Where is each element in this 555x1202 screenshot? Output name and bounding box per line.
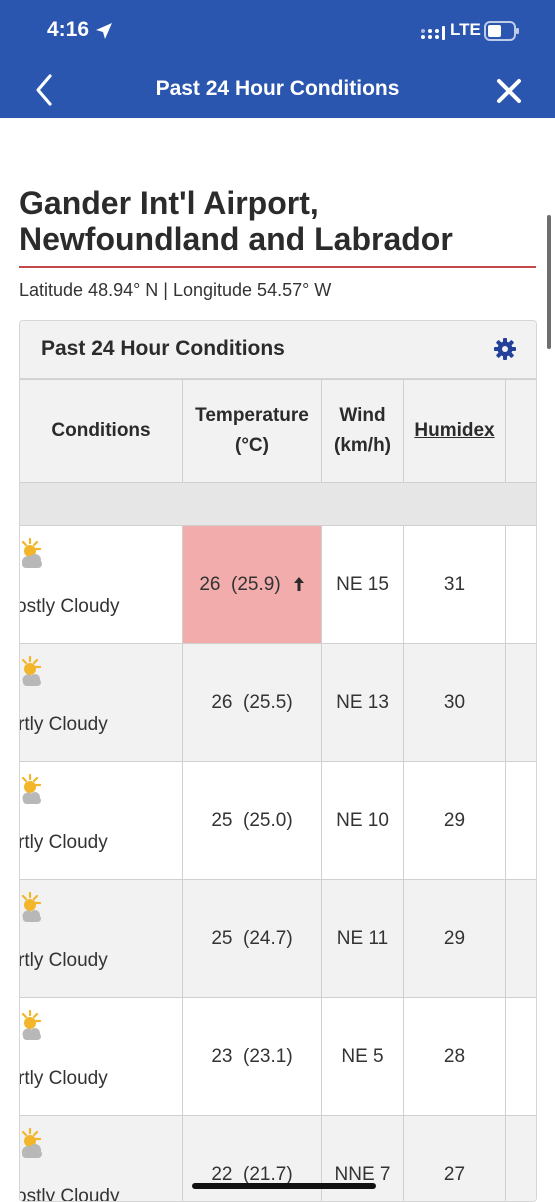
temperature-value: 23 (211, 1046, 232, 1067)
condition-cell: rtly Cloudy (20, 644, 183, 762)
header-humidex[interactable]: Humidex (404, 380, 506, 483)
header-temperature: Temperature (°C) (183, 380, 322, 483)
home-indicator[interactable] (192, 1183, 376, 1189)
mostly-cloudy-icon (20, 1128, 42, 1164)
vertical-scrollbar[interactable] (547, 215, 551, 349)
partly-cloudy-icon (20, 774, 42, 810)
wind-cell: NE 10 (322, 762, 404, 880)
temperature-precise: (25.5) (243, 692, 293, 713)
conditions-panel: Past 24 Hour Conditions (19, 320, 537, 1202)
page-title: Gander Int'l Airport, Newfoundland and L… (19, 185, 534, 257)
temperature-value: 22 (211, 1164, 232, 1185)
rh-cell (506, 644, 538, 762)
wind-cell: NNE 7 (322, 1116, 404, 1202)
condition-label: rtly Cloudy (20, 1068, 108, 1090)
table-row: rtly Cloudy 25 (25.0) NE 10 29 (20, 762, 538, 880)
temperature-cell: 25 (25.0) (183, 762, 322, 880)
temperature-cell: 25 (24.7) (183, 880, 322, 998)
date-row-cell (20, 483, 538, 526)
table-row: rtly Cloudy 26 (25.5) NE 13 30 (20, 644, 538, 762)
header-conditions: Conditions (20, 380, 183, 483)
temperature-precise: (23.1) (243, 1046, 293, 1067)
condition-cell: rtly Cloudy (20, 762, 183, 880)
location-name-line2: Newfoundland and Labrador (19, 221, 453, 257)
wind-cell: NE 5 (322, 998, 404, 1116)
table-date-row (20, 483, 538, 526)
humidex-cell: 27 (404, 1116, 506, 1202)
rh-cell (506, 1116, 538, 1202)
wind-cell: NE 15 (322, 526, 404, 644)
panel-header: Past 24 Hour Conditions (20, 321, 536, 379)
up-arrow-icon (293, 577, 305, 591)
signal-icon (420, 25, 446, 41)
app-header: 4:16 LTE Past 24 Hour Conditions (0, 0, 555, 118)
temperature-precise: (25.9) (231, 574, 281, 595)
humidex-link[interactable]: Humidex (414, 420, 494, 441)
location-name-line1: Gander Int'l Airport, (19, 185, 319, 221)
humidex-cell: 30 (404, 644, 506, 762)
condition-label: ostly Cloudy (20, 596, 120, 618)
humidex-cell: 29 (404, 880, 506, 998)
condition-cell: rtly Cloudy (20, 998, 183, 1116)
wind-cell: NE 11 (322, 880, 404, 998)
gear-icon[interactable] (494, 338, 516, 360)
location-arrow-icon (95, 22, 113, 40)
coordinates-text: Latitude 48.94° N | Longitude 54.57° W (19, 280, 331, 301)
table-row: ostly Cloudy 22 (21.7) NNE 7 27 (20, 1116, 538, 1202)
temperature-value: 25 (211, 810, 232, 831)
condition-label: rtly Cloudy (20, 832, 108, 854)
wind-cell: NE 13 (322, 644, 404, 762)
header-wind-unit: (km/h) (334, 435, 391, 456)
temperature-cell: 22 (21.7) (183, 1116, 322, 1202)
partly-cloudy-icon (20, 1010, 42, 1046)
panel-title: Past 24 Hour Conditions (41, 337, 285, 361)
header-temperature-label: Temperature (195, 405, 309, 426)
temperature-value: 26 (211, 692, 232, 713)
battery-icon (484, 21, 520, 41)
header-relative-humidity: Re hu (506, 380, 538, 483)
temperature-value: 26 (199, 574, 220, 595)
temperature-precise: (25.0) (243, 810, 293, 831)
temperature-cell: 23 (23.1) (183, 998, 322, 1116)
humidex-cell: 29 (404, 762, 506, 880)
partly-cloudy-icon (20, 656, 42, 692)
table-row: rtly Cloudy 25 (24.7) NE 11 29 (20, 880, 538, 998)
close-icon[interactable] (492, 74, 526, 108)
condition-cell: ostly Cloudy (20, 526, 183, 644)
status-time: 4:16 (47, 18, 89, 42)
title-divider (19, 266, 536, 268)
humidex-cell: 31 (404, 526, 506, 644)
temperature-precise: (24.7) (243, 928, 293, 949)
rh-cell (506, 998, 538, 1116)
rh-cell (506, 526, 538, 644)
network-type: LTE (450, 20, 481, 40)
temperature-precise: (21.7) (243, 1164, 293, 1185)
rh-cell (506, 880, 538, 998)
table-row: ostly Cloudy 26 (25.9) NE 15 31 (20, 526, 538, 644)
mostly-cloudy-icon (20, 538, 42, 574)
condition-label: rtly Cloudy (20, 950, 108, 972)
table-row: rtly Cloudy 23 (23.1) NE 5 28 (20, 998, 538, 1116)
condition-label: rtly Cloudy (20, 714, 108, 736)
humidex-cell: 28 (404, 998, 506, 1116)
header-wind-label: Wind (339, 405, 385, 426)
partly-cloudy-icon (20, 892, 42, 928)
table-header-row: Conditions Temperature (°C) Wind (km/h) … (20, 380, 538, 483)
header-temperature-unit: (°C) (235, 435, 269, 456)
condition-cell: ostly Cloudy (20, 1116, 183, 1202)
conditions-table: Conditions Temperature (°C) Wind (km/h) … (19, 379, 537, 1202)
rh-cell (506, 762, 538, 880)
temperature-value: 25 (211, 928, 232, 949)
header-wind: Wind (km/h) (322, 380, 404, 483)
temperature-cell: 26 (25.5) (183, 644, 322, 762)
nav-title: Past 24 Hour Conditions (0, 77, 555, 101)
temperature-cell-max: 26 (25.9) (183, 526, 322, 644)
condition-cell: rtly Cloudy (20, 880, 183, 998)
